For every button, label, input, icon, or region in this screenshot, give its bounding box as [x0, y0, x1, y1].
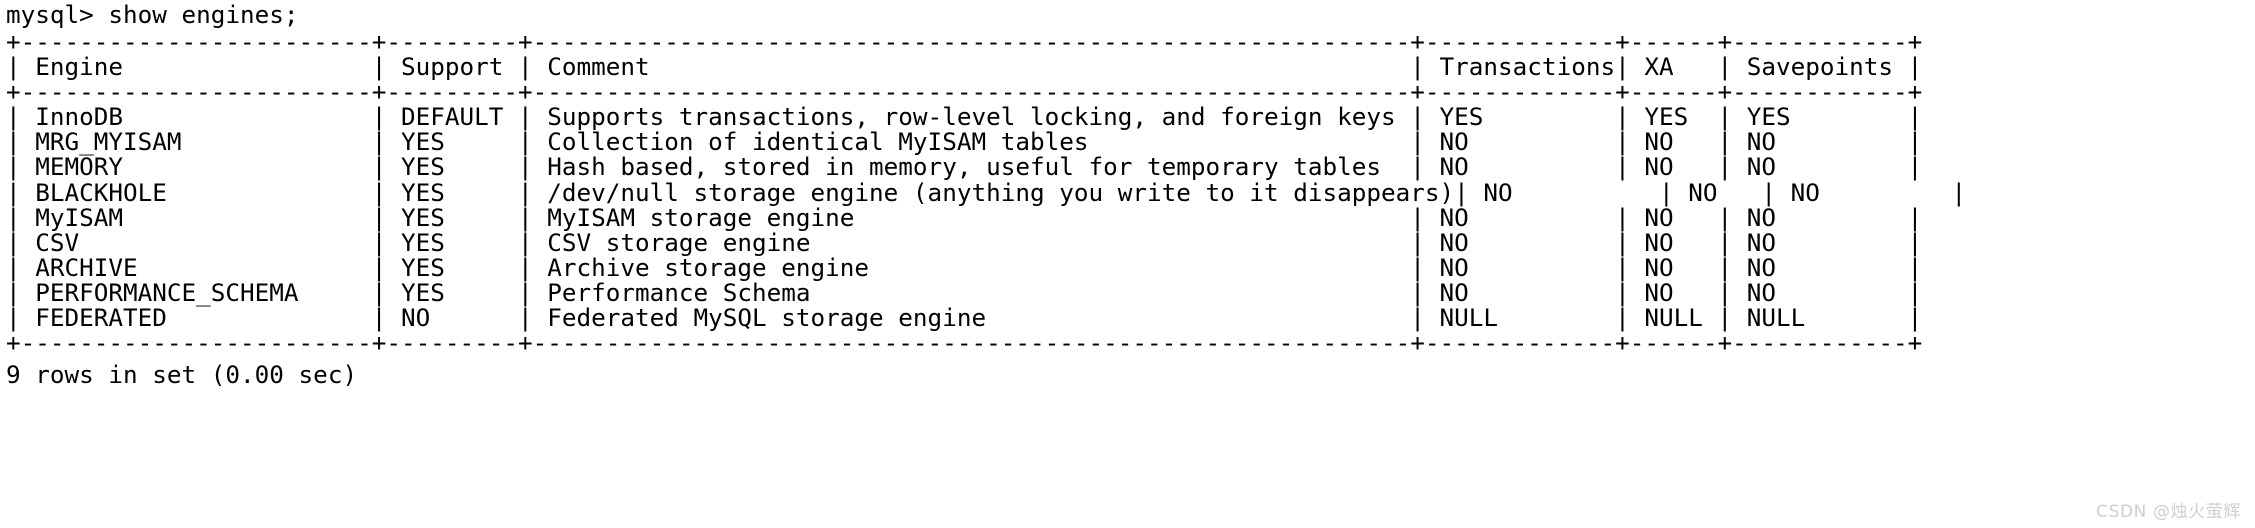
table-row: | InnoDB | DEFAULT | Supports transactio…	[6, 102, 1923, 132]
table-row: | MRG_MYISAM | YES | Collection of ident…	[6, 127, 1923, 157]
table-bottom-border: +------------------------+---------+----…	[6, 328, 1923, 358]
result-table: +------------------------+---------+----…	[0, 29, 2255, 355]
table-row: | CSV | YES | CSV storage engine | NO | …	[6, 227, 1923, 257]
terminal-window: mysql> show engines; +------------------…	[0, 0, 2255, 528]
table-row: | MEMORY | YES | Hash based, stored in m…	[6, 152, 1923, 182]
result-footer: 9 rows in set (0.00 sec)	[0, 355, 2255, 387]
csdn-watermark: CSDN @烛火萤辉	[2096, 502, 2241, 522]
table-top-border: +------------------------+---------+----…	[6, 27, 1923, 56]
table-row: | FEDERATED | NO | Federated MySQL stora…	[6, 303, 1923, 333]
table-row: | BLACKHOLE | YES | /dev/null storage en…	[6, 177, 1967, 207]
table-row: | ARCHIVE | YES | Archive storage engine…	[6, 252, 1923, 282]
table-body: | InnoDB | DEFAULT | Supports transactio…	[6, 104, 2255, 330]
row-count-status: 9 rows in set (0.00 sec)	[6, 360, 358, 390]
table-header-row: | Engine | Support | Comment | Transacti…	[6, 52, 1923, 82]
table-row: | PERFORMANCE_SCHEMA | YES | Performance…	[6, 277, 1923, 307]
table-row: | MyISAM | YES | MyISAM storage engine |…	[6, 202, 1923, 232]
table-header-separator: +------------------------+---------+----…	[6, 77, 1923, 107]
command-prompt-line: mysql> show engines;	[6, 0, 299, 29]
